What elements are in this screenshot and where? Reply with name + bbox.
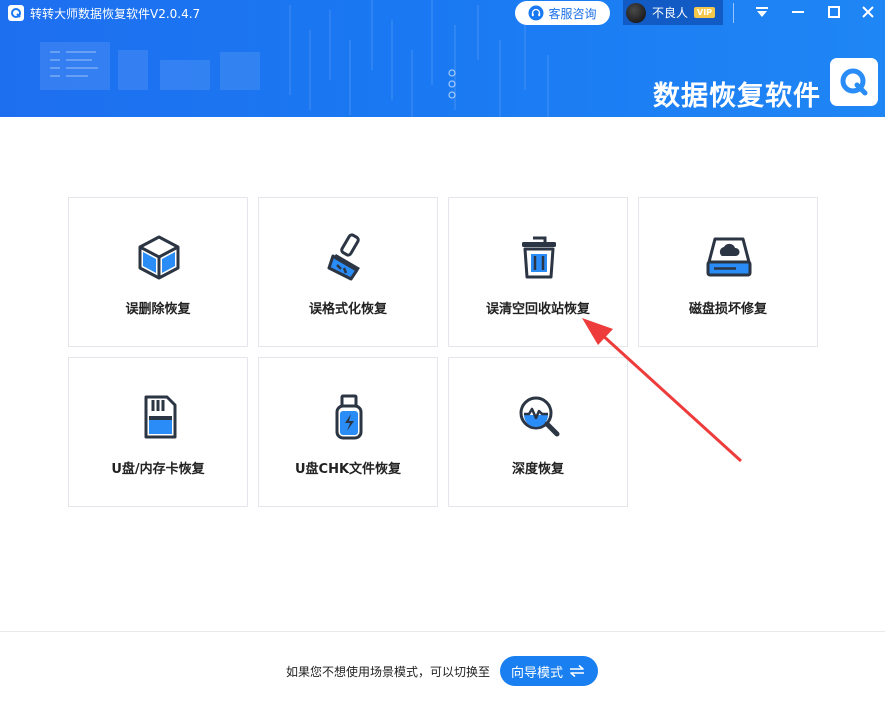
card-label: U盘/内存卡恢复 [111,462,205,477]
window-controls-divider [733,3,734,23]
deep-scan-icon [519,396,560,437]
app-window: 转转大师数据恢复软件V2.0.4.7 客服咨询 不良人 VIP 数据恢复软件 误… [0,0,885,707]
card-deep-recovery[interactable]: 深度恢复 [448,357,628,507]
close-button[interactable] [854,1,882,23]
minimize-icon [792,11,804,13]
guide-mode-label: 向导模式 [510,665,563,681]
card-label: U盘CHK文件恢复 [294,462,402,477]
minimize-button[interactable] [784,1,812,23]
card-label: 误删除恢复 [125,302,191,317]
brand-text: 数据恢复软件 [653,81,821,112]
user-account[interactable]: 不良人 VIP [623,0,723,25]
menu-button[interactable] [748,1,776,23]
card-label: 深度恢复 [511,462,564,477]
maximize-icon [828,6,840,18]
customer-service-label: 客服咨询 [548,6,597,21]
card-disk-repair[interactable]: 磁盘损坏修复 [638,197,818,347]
card-label: 误格式化恢复 [308,302,387,317]
trash-icon [522,236,556,279]
card-deleted-recovery[interactable]: 误删除恢复 [68,197,248,347]
guide-mode-button[interactable]: 向导模式 [500,656,598,686]
switch-arrows-icon [570,664,584,678]
footer-divider [0,631,885,632]
brush-icon [327,233,360,281]
card-recycle-bin-recovery[interactable]: 误清空回收站恢复 [448,197,628,347]
app-logo-icon [8,5,24,21]
close-icon [862,6,874,18]
headset-icon [528,5,544,21]
title-area: 转转大师数据恢复软件V2.0.4.7 [8,4,200,22]
menu-down-icon [756,7,768,17]
sd-card-icon [144,395,177,439]
card-label: 误清空回收站恢复 [485,302,590,317]
card-label: 磁盘损坏修复 [688,302,767,317]
card-format-recovery[interactable]: 误格式化恢复 [258,197,438,347]
card-usb-chk-recovery[interactable]: U盘CHK文件恢复 [258,357,438,507]
usb-drive-icon [335,394,363,440]
card-usb-memory-card-recovery[interactable]: U盘/内存卡恢复 [68,357,248,507]
user-name: 不良人 [652,6,689,20]
avatar [626,2,646,23]
cube-icon [138,235,180,280]
customer-service-button[interactable]: 客服咨询 [515,1,610,25]
footer-prompt: 如果您不想使用场景模式，可以切换至 [286,665,491,679]
brand-logo-icon [830,58,878,106]
header-banner: 转转大师数据恢复软件V2.0.4.7 客服咨询 不良人 VIP 数据恢复软件 [0,0,885,117]
vip-badge: VIP [694,7,716,18]
window-title: 转转大师数据恢复软件V2.0.4.7 [30,6,201,21]
maximize-button[interactable] [820,1,848,23]
disk-icon [706,237,752,277]
